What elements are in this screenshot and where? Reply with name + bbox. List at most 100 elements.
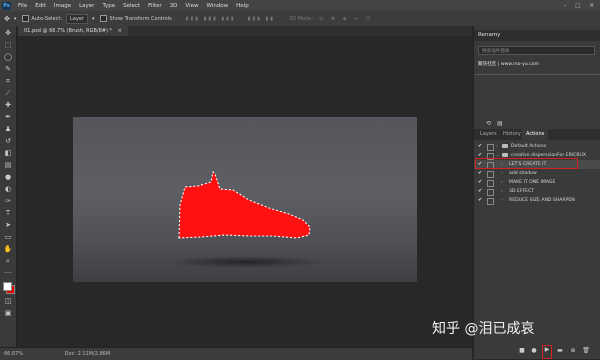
menu-type[interactable]: Type: [102, 3, 115, 9]
play-icon[interactable]: ▶: [542, 345, 552, 359]
doc-size: Doc: 2.11M/2.86M: [64, 351, 111, 357]
maximize-icon[interactable]: □: [575, 3, 580, 9]
new-action-icon[interactable]: ⊕: [569, 347, 577, 355]
delete-icon[interactable]: 🗑: [582, 347, 590, 355]
action-label: add shadow: [509, 171, 537, 176]
clone-stamp-icon[interactable]: ♟: [3, 124, 13, 134]
red-shoe-shape[interactable]: [178, 170, 311, 239]
document-tab[interactable]: 01.psd @ 66.7% (Brush, RGB/8#) * ×: [18, 26, 128, 36]
crop-icon[interactable]: ⌗: [3, 76, 13, 86]
menu-image[interactable]: Image: [54, 3, 71, 9]
move-icon[interactable]: ✥: [3, 28, 13, 38]
canvas-artwork: [165, 170, 325, 268]
distribute-icons[interactable]: ▮▮▮ ▮▮: [248, 16, 275, 22]
zoom-icon[interactable]: ⌕: [3, 256, 13, 266]
close-icon[interactable]: ✕: [589, 3, 594, 9]
menu-edit[interactable]: Edit: [35, 3, 46, 9]
pen-icon[interactable]: ✑: [3, 196, 13, 206]
rectangle-icon[interactable]: ▭: [3, 232, 13, 242]
blur-icon[interactable]: ●: [3, 172, 13, 182]
foreground-color-swatch[interactable]: [3, 282, 12, 291]
auto-select-dropdown[interactable]: Layer: [66, 13, 88, 24]
auto-select-label: Auto-Select:: [31, 15, 63, 22]
tab-layers[interactable]: Layers: [476, 129, 501, 140]
action-set-label: Default Actions: [511, 144, 547, 149]
hand-icon[interactable]: ✋: [3, 244, 13, 254]
dialog-toggle-icon[interactable]: [487, 189, 494, 196]
chevron-right-icon[interactable]: ›: [501, 196, 503, 205]
stop-icon[interactable]: ■: [518, 347, 526, 355]
dialog-toggle-icon[interactable]: [487, 198, 494, 205]
record-icon[interactable]: ●: [530, 347, 538, 355]
check-icon[interactable]: ✔: [478, 142, 482, 151]
align-icons[interactable]: ▮▮▮ ▮▮▮ ▮▮▮: [186, 16, 236, 22]
chevron-right-icon[interactable]: ›: [501, 169, 503, 178]
quick-mask-icon[interactable]: ◫: [3, 296, 13, 306]
actions-bottom-bar: ■ ● ▶ ▬ ⊕ 🗑: [474, 344, 600, 359]
action-row[interactable]: ✔ › MAKE IT ONE IMAGE: [474, 178, 600, 187]
path-select-icon[interactable]: ➤: [3, 220, 13, 230]
lasso-icon[interactable]: ◯: [3, 52, 13, 62]
new-set-icon[interactable]: ▬: [556, 347, 564, 355]
minimize-icon[interactable]: –: [563, 3, 566, 9]
folder-icon: [502, 153, 508, 157]
menu-select[interactable]: Select: [123, 3, 140, 9]
tool-preset-chevron-icon[interactable]: ▾: [14, 16, 17, 22]
eraser-icon[interactable]: ◧: [3, 148, 13, 158]
brush-icon[interactable]: ✒: [3, 112, 13, 122]
dialog-toggle-icon[interactable]: [487, 144, 494, 151]
options-bar: ✥ ▾ Auto-Select: Layer ▾ Show Transform …: [0, 11, 600, 27]
screen-mode-icon[interactable]: ▣: [3, 308, 13, 318]
check-icon[interactable]: ✔: [478, 187, 482, 196]
quick-select-icon[interactable]: ✎: [3, 64, 13, 74]
action-row[interactable]: ✔ › REDUCE SIZE AND SHARPEN: [474, 196, 600, 205]
dodge-icon[interactable]: ◐: [3, 184, 13, 194]
history-brush-icon[interactable]: ↺: [3, 136, 13, 146]
action-set-row[interactable]: ✔ › Default Actions: [474, 142, 600, 151]
chevron-down-icon[interactable]: ▾: [92, 16, 95, 22]
check-icon[interactable]: ✔: [478, 196, 482, 205]
action-row[interactable]: ✔ › 3D EFFECT: [474, 187, 600, 196]
folder-icon: [502, 144, 508, 148]
chevron-right-icon[interactable]: ›: [501, 178, 503, 187]
eyedropper-icon[interactable]: ⟋: [3, 88, 13, 98]
tab-history[interactable]: History: [499, 129, 525, 140]
action-label: 3D EFFECT: [509, 189, 535, 194]
zoom-level[interactable]: 66.67%: [4, 351, 23, 357]
menu-layer[interactable]: Layer: [79, 3, 94, 9]
dialog-toggle-icon[interactable]: [487, 180, 494, 187]
renamy-search-input[interactable]: 搜索插件面板: [478, 46, 595, 55]
more-icon[interactable]: ···: [3, 268, 13, 278]
marquee-icon[interactable]: ⬚: [3, 40, 13, 50]
site-text: 聚热社区 | www.mo-yu.com: [478, 62, 540, 67]
healing-icon[interactable]: ✚: [3, 100, 13, 110]
menu-3d[interactable]: 3D: [170, 3, 178, 9]
action-label: MAKE IT ONE IMAGE: [509, 180, 556, 185]
3d-mode-icons[interactable]: ◎ ✥ ◈ ⇔ ⊡: [319, 16, 373, 22]
document-canvas[interactable]: [73, 117, 417, 282]
menu-help[interactable]: Help: [236, 3, 249, 9]
close-tab-icon[interactable]: ×: [118, 28, 122, 34]
gradient-icon[interactable]: ▤: [3, 160, 13, 170]
chevron-right-icon[interactable]: ›: [496, 142, 498, 151]
dialog-toggle-icon[interactable]: [487, 171, 494, 178]
type-icon[interactable]: T: [3, 208, 13, 218]
menu-file[interactable]: File: [18, 3, 27, 9]
renamy-panel-header: Renamy: [474, 30, 600, 41]
menu-filter[interactable]: Filter: [148, 3, 162, 9]
history-panel-icon[interactable]: ⟲: [486, 120, 491, 127]
auto-select-checkbox[interactable]: [22, 15, 30, 22]
menu-window[interactable]: Window: [206, 3, 228, 9]
action-label: REDUCE SIZE AND SHARPEN: [509, 198, 575, 203]
check-icon[interactable]: ✔: [478, 178, 482, 187]
show-transform-checkbox[interactable]: [100, 15, 108, 22]
check-icon[interactable]: ✔: [478, 169, 482, 178]
3d-mode-label: 3D Mode:: [289, 15, 313, 22]
move-tool-icon[interactable]: ✥: [4, 15, 10, 23]
tools-panel: ✥ ⬚ ◯ ✎ ⌗ ⟋ ✚ ✒ ♟ ↺ ◧ ▤ ● ◐ ✑ T ➤ ▭ ✋ ⌕ …: [0, 26, 17, 347]
chevron-right-icon[interactable]: ›: [501, 187, 503, 196]
action-row[interactable]: ✔ › add shadow: [474, 169, 600, 178]
properties-panel-icon[interactable]: ▤: [497, 120, 503, 127]
menu-view[interactable]: View: [185, 3, 198, 9]
tab-actions[interactable]: Actions: [522, 129, 549, 140]
